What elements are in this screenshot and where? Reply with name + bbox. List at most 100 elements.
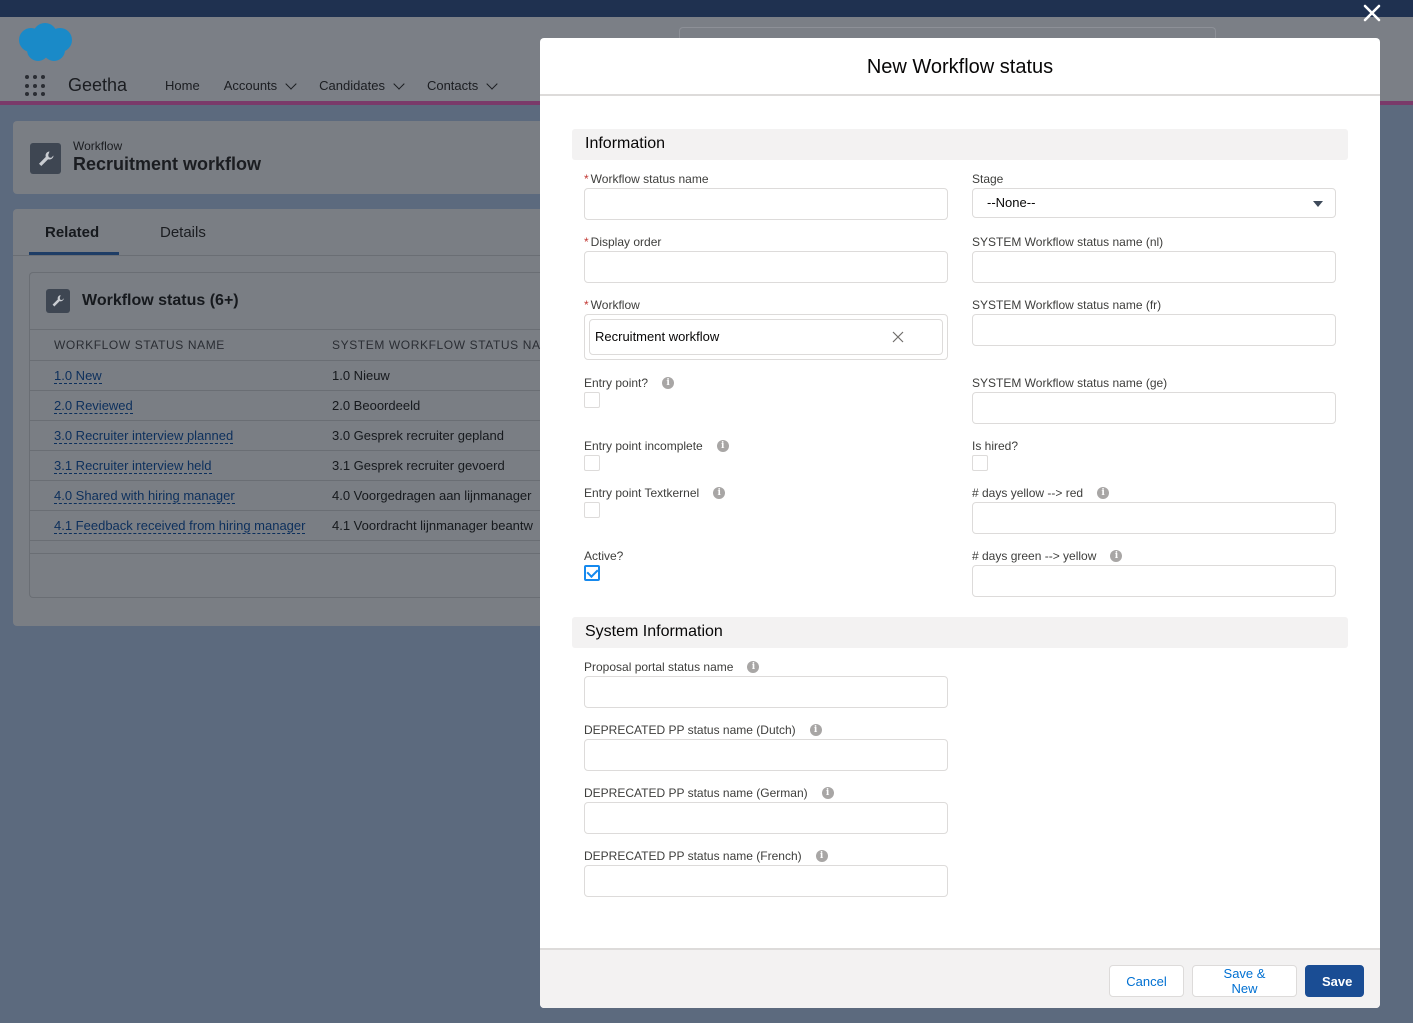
display-order-label: * Display order	[584, 235, 661, 249]
table-row: 4.1 Feedback received from hiring manage…	[29, 510, 553, 540]
cancel-button[interactable]: Cancel	[1109, 965, 1184, 997]
modal-header: New Workflow status	[540, 38, 1380, 96]
required-marker: *	[584, 298, 589, 312]
close-icon[interactable]	[1362, 3, 1382, 23]
field-label-text: Entry point?	[584, 376, 649, 390]
workflow-lookup-pill[interactable]: Recruitment workflow	[589, 319, 943, 355]
nav-item-contacts[interactable]: Contacts	[427, 77, 498, 93]
status-name-link[interactable]: 1.0 New	[54, 368, 102, 384]
entry-point-label: Entry point? i	[584, 376, 675, 390]
table-row: 4.0 Shared with hiring manager 4.0 Voorg…	[29, 480, 553, 510]
nav-label: Home	[165, 78, 200, 93]
status-name-link[interactable]: 4.0 Shared with hiring manager	[54, 488, 235, 504]
nav-label: Candidates	[319, 78, 385, 93]
nav-label: Accounts	[223, 78, 278, 93]
clear-icon[interactable]	[892, 331, 904, 343]
top-strip	[0, 0, 1413, 17]
column-header-system-name[interactable]: SYSTEM WORKFLOW STATUS NA	[332, 338, 541, 352]
table-row: 3.0 Recruiter interview planned 3.0 Gesp…	[29, 420, 553, 450]
info-icon[interactable]: i	[821, 787, 834, 799]
save-and-new-button[interactable]: Save & New	[1192, 965, 1297, 997]
related-list-title[interactable]: Workflow status (6+)	[82, 292, 239, 310]
days-yellow-red-input[interactable]	[972, 502, 1336, 534]
info-icon[interactable]: i	[1097, 487, 1110, 499]
new-workflow-status-modal: New Workflow status Information * Workfl…	[540, 38, 1380, 1008]
days-yellow-red-label: # days yellow --> red i	[972, 486, 1110, 500]
proposal-portal-input[interactable]	[584, 676, 948, 708]
record-type-label: Workflow	[73, 139, 123, 153]
info-icon[interactable]: i	[815, 850, 828, 862]
entry-point-textkernel-checkbox[interactable]	[584, 502, 600, 518]
proposal-portal-label: Proposal portal status name i	[584, 660, 760, 674]
system-status-name: 3.0 Gesprek recruiter gepland	[332, 428, 504, 443]
modal-title: New Workflow status	[866, 56, 1054, 78]
section-system-information[interactable]: System Information	[572, 617, 1348, 648]
app-launcher-icon[interactable]	[25, 75, 47, 97]
field-label-text: Is hired?	[972, 439, 1019, 453]
salesforce-cloud-icon[interactable]	[16, 22, 74, 62]
required-marker: *	[584, 235, 589, 249]
pp-dutch-input[interactable]	[584, 739, 948, 771]
nav-item-home[interactable]: Home	[165, 78, 200, 93]
field-label-text: Stage	[972, 172, 1004, 186]
field-label-text: Entry point incomplete	[584, 439, 703, 453]
tabs-divider	[13, 255, 553, 256]
entry-point-incomplete-checkbox[interactable]	[584, 455, 600, 471]
field-label-text: DEPRECATED PP status name (French)	[584, 849, 802, 863]
status-name-link[interactable]: 2.0 Reviewed	[54, 398, 133, 414]
entry-point-incomplete-label: Entry point incomplete i	[584, 439, 729, 453]
days-green-yellow-label: # days green --> yellow i	[972, 549, 1123, 563]
save-button[interactable]: Save	[1305, 965, 1364, 997]
chevron-down-icon[interactable]	[486, 77, 498, 90]
system-status-name: 4.0 Voorgedragen aan lijnmanager	[332, 488, 532, 503]
days-green-yellow-input[interactable]	[972, 565, 1336, 597]
workflow-label: * Workflow	[584, 298, 640, 312]
entry-point-textkernel-label: Entry point Textkernel i	[584, 486, 726, 500]
display-order-input[interactable]	[584, 251, 948, 283]
related-list-divider	[29, 329, 553, 330]
chevron-down-icon[interactable]	[393, 77, 405, 90]
sys-name-nl-label: SYSTEM Workflow status name (nl)	[972, 235, 1163, 249]
pp-french-input[interactable]	[584, 865, 948, 897]
section-information[interactable]: Information	[572, 129, 1348, 160]
pp-dutch-label: DEPRECATED PP status name (Dutch) i	[584, 723, 822, 737]
info-icon[interactable]: i	[716, 440, 729, 452]
stage-select[interactable]: --None--	[972, 188, 1336, 218]
nav-bar: Home Accounts Candidates Contacts	[165, 77, 520, 93]
sys-name-ge-input[interactable]	[972, 392, 1336, 424]
sys-name-fr-input[interactable]	[972, 314, 1336, 346]
section-title: System Information	[585, 623, 723, 640]
column-header-name[interactable]: WORKFLOW STATUS NAME	[54, 338, 225, 352]
wrench-icon	[30, 143, 61, 174]
table-footer-divider	[29, 553, 553, 554]
nav-item-candidates[interactable]: Candidates	[319, 77, 405, 93]
sys-name-nl-input[interactable]	[972, 251, 1336, 283]
info-icon[interactable]: i	[1110, 550, 1123, 562]
status-name-link[interactable]: 3.1 Recruiter interview held	[54, 458, 212, 474]
table-row: 1.0 New 1.0 Nieuw	[29, 360, 553, 390]
info-icon[interactable]: i	[809, 724, 822, 736]
wrench-icon	[46, 289, 70, 313]
field-label-text: DEPRECATED PP status name (German)	[584, 786, 808, 800]
info-icon[interactable]: i	[747, 661, 760, 673]
is-hired-checkbox[interactable]	[972, 455, 988, 471]
workflow-lookup: Recruitment workflow	[584, 314, 948, 360]
entry-point-checkbox[interactable]	[584, 392, 600, 408]
status-name-link[interactable]: 4.1 Feedback received from hiring manage…	[54, 518, 306, 534]
caret-down-icon[interactable]	[1313, 201, 1323, 207]
table-row-end	[29, 540, 553, 553]
sys-name-ge-label: SYSTEM Workflow status name (ge)	[972, 376, 1167, 390]
nav-item-accounts[interactable]: Accounts	[223, 77, 297, 93]
system-status-name: 4.1 Voordracht lijnmanager beantw	[332, 518, 533, 533]
workflow-status-name-input[interactable]	[584, 188, 948, 220]
chevron-down-icon[interactable]	[285, 77, 297, 90]
field-label-text: SYSTEM Workflow status name (ge)	[972, 376, 1168, 390]
system-status-name: 3.1 Gesprek recruiter gevoerd	[332, 458, 505, 473]
tab-details[interactable]: Details	[160, 224, 206, 241]
pp-german-input[interactable]	[584, 802, 948, 834]
status-name-link[interactable]: 3.0 Recruiter interview planned	[54, 428, 234, 444]
active-checkbox[interactable]	[584, 565, 600, 581]
info-icon[interactable]: i	[713, 487, 726, 499]
tab-related[interactable]: Related	[45, 224, 99, 241]
info-icon[interactable]: i	[662, 377, 675, 389]
